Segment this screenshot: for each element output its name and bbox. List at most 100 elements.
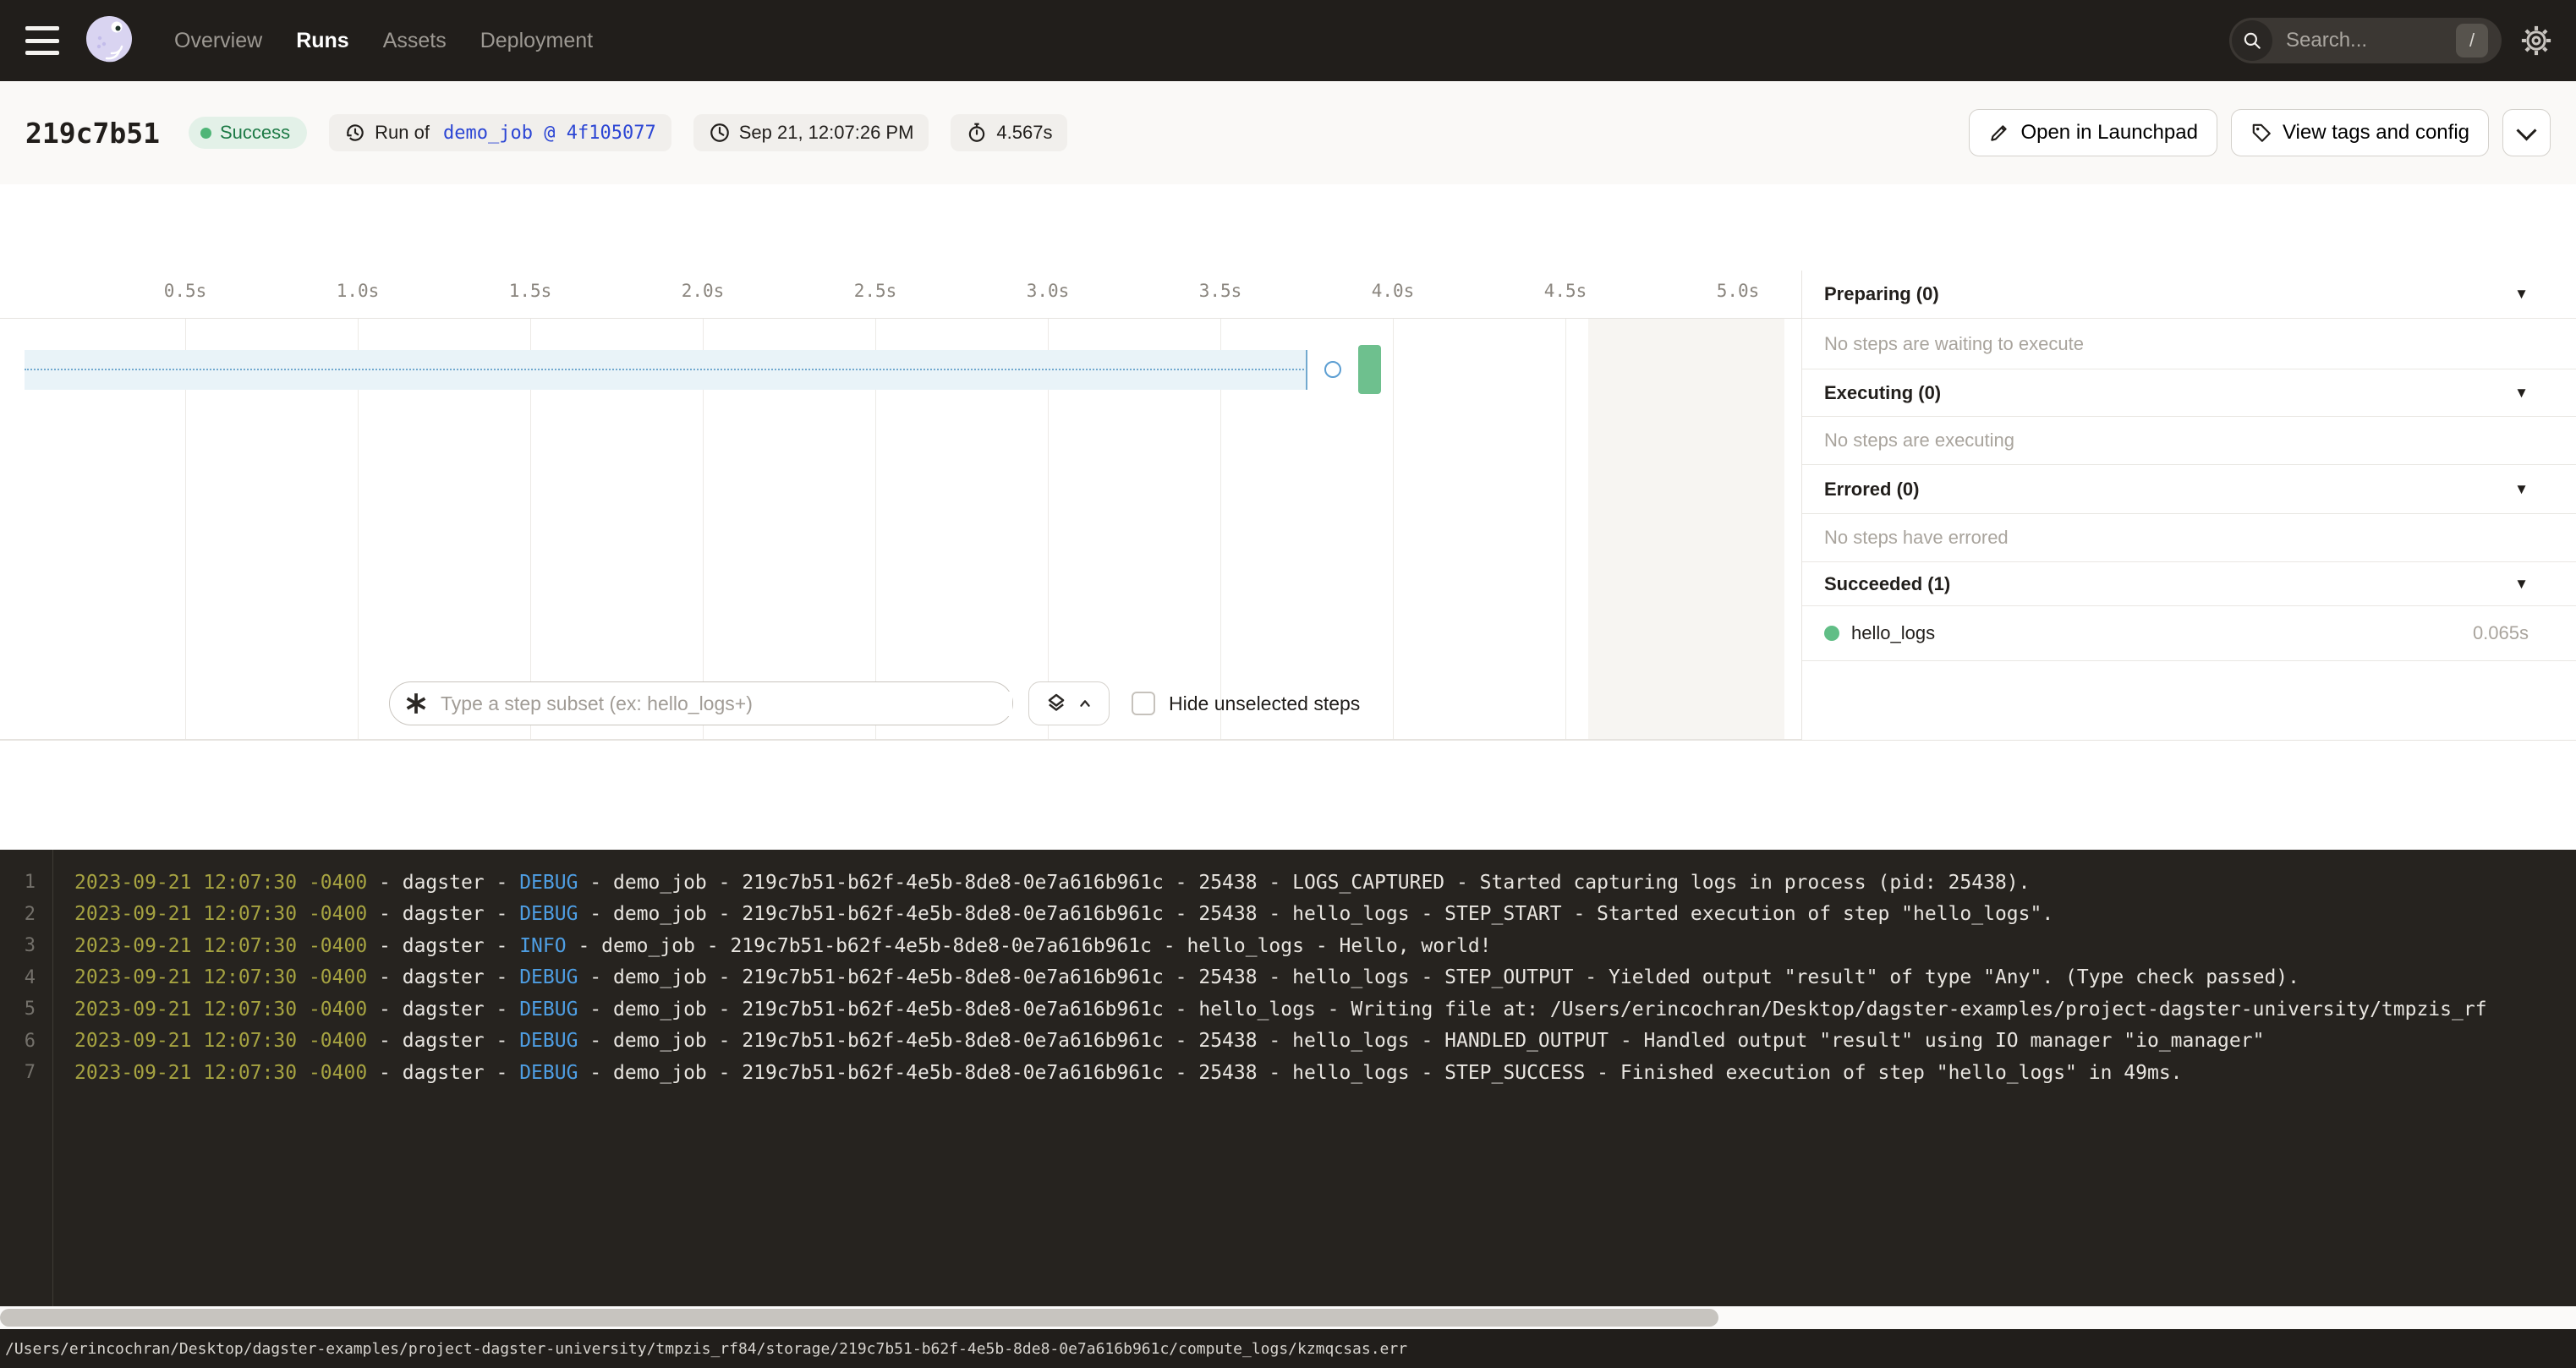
- history-icon: [344, 122, 366, 144]
- axis-tick-label: 3.0s: [1027, 281, 1070, 301]
- nav-link-overview[interactable]: Overview: [174, 29, 262, 53]
- log-line-text: 2023-09-21 12:07:30 -0400 - dagster - DE…: [52, 999, 2487, 1021]
- hide-unselected-checkbox[interactable]: [1132, 692, 1155, 715]
- step-status-panel: Preparing (0) ▼ No steps are waiting to …: [1801, 271, 2576, 740]
- empty-message: No steps are executing: [1824, 430, 2014, 451]
- section-title: Errored (0): [1824, 479, 1919, 501]
- step-subset-input[interactable]: [439, 692, 1012, 716]
- view-tags-config-label: View tags and config: [2283, 121, 2469, 145]
- dependency-dotted-line: [25, 369, 1307, 370]
- duration-value: 4.567s: [996, 122, 1052, 144]
- log-line-text: 2023-09-21 12:07:30 -0400 - dagster - DE…: [52, 872, 2031, 894]
- log-lines: 12023-09-21 12:07:30 -0400 - dagster - D…: [0, 867, 2576, 1089]
- run-header: 219c7b51 Success Run of demo_job @ 4f105…: [0, 81, 2576, 184]
- axis-tick-label: 4.0s: [1372, 281, 1415, 301]
- log-line-number: 7: [0, 1062, 52, 1083]
- log-file-path: /Users/erincochran/Desktop/dagster-examp…: [5, 1340, 1407, 1358]
- hide-unselected-label: Hide unselected steps: [1169, 692, 1360, 715]
- section-header-errored[interactable]: Errored (0) ▼: [1802, 465, 2576, 514]
- post-run-shaded-region: [1588, 319, 1784, 739]
- search-bar[interactable]: /: [2229, 18, 2502, 63]
- log-line-text: 2023-09-21 12:07:30 -0400 - dagster - DE…: [52, 1062, 2183, 1084]
- graph-query-toggle-button[interactable]: [1028, 681, 1110, 725]
- axis-tick-label: 3.5s: [1199, 281, 1242, 301]
- stopwatch-icon: [966, 122, 988, 144]
- view-tags-config-button[interactable]: View tags and config: [2231, 109, 2489, 156]
- empty-row-preparing: No steps are waiting to execute: [1802, 319, 2576, 369]
- log-line: 42023-09-21 12:07:30 -0400 - dagster - D…: [0, 962, 2576, 994]
- log-line: 32023-09-21 12:07:30 -0400 - dagster - I…: [0, 930, 2576, 962]
- log-line: 52023-09-21 12:07:30 -0400 - dagster - D…: [0, 993, 2576, 1026]
- chevron-down-icon: [2516, 120, 2536, 140]
- op-selector-icon: [403, 691, 429, 716]
- gridline: [1393, 319, 1394, 739]
- log-line: 62023-09-21 12:07:30 -0400 - dagster - D…: [0, 1026, 2576, 1058]
- search-icon: [2232, 20, 2272, 61]
- nav-right: /: [2229, 18, 2576, 63]
- section-header-executing[interactable]: Executing (0) ▼: [1802, 369, 2576, 417]
- step-name: hello_logs: [1851, 622, 1935, 644]
- empty-message: No steps are waiting to execute: [1824, 333, 2084, 355]
- step-success-dot-icon: [1824, 626, 1839, 641]
- log-output[interactable]: 12023-09-21 12:07:30 -0400 - dagster - D…: [0, 850, 2576, 1306]
- success-dot-icon: [200, 128, 211, 139]
- open-in-launchpad-label: Open in Launchpad: [2020, 121, 2198, 145]
- axis-tick-label: 1.5s: [509, 281, 552, 301]
- log-line-text: 2023-09-21 12:07:30 -0400 - dagster - DE…: [52, 1030, 2264, 1052]
- axis-tick-label: 1.0s: [337, 281, 380, 301]
- run-of-job-link[interactable]: demo_job @ 4f105077: [443, 123, 656, 144]
- chevron-down-icon[interactable]: ▼: [2514, 576, 2529, 593]
- step-bar-hello-logs[interactable]: [1358, 345, 1381, 394]
- log-line: 72023-09-21 12:07:30 -0400 - dagster - D…: [0, 1057, 2576, 1089]
- status-badge: Success: [189, 117, 307, 149]
- log-line-text: 2023-09-21 12:07:30 -0400 - dagster - DE…: [52, 966, 2299, 988]
- section-header-preparing[interactable]: Preparing (0) ▼: [1802, 271, 2576, 319]
- log-file-path-bar: /Users/erincochran/Desktop/dagster-examp…: [0, 1329, 2576, 1368]
- search-input[interactable]: [2284, 28, 2440, 53]
- log-line-number: 3: [0, 935, 52, 956]
- started-time: Sep 21, 12:07:26 PM: [739, 122, 914, 144]
- section-title: Succeeded (1): [1824, 573, 1950, 595]
- nav-link-runs[interactable]: Runs: [296, 29, 349, 53]
- pencil-icon: [1988, 122, 2010, 144]
- scrollbar-thumb[interactable]: [0, 1309, 1718, 1327]
- log-line-number: 2: [0, 904, 52, 925]
- axis-tick-label: 4.5s: [1544, 281, 1587, 301]
- hide-unselected-row: Hide unselected steps: [1132, 692, 1360, 715]
- step-subset-row: Hide unselected steps: [389, 681, 1360, 725]
- step-row-hello-logs[interactable]: hello_logs 0.065s: [1802, 606, 2576, 661]
- chevron-up-icon: [1076, 694, 1094, 713]
- gantt-chart: 0.5s1.0s1.5s2.0s2.5s3.0s3.5s4.0s4.5s5.0s: [0, 271, 1801, 740]
- axis-tick-label: 2.0s: [682, 281, 725, 301]
- chevron-down-icon[interactable]: ▼: [2514, 286, 2529, 303]
- chevron-down-icon[interactable]: ▼: [2514, 385, 2529, 402]
- header-actions: Open in Launchpad View tags and config: [1969, 109, 2551, 156]
- empty-message: No steps have errored: [1824, 527, 2009, 549]
- nav-link-assets[interactable]: Assets: [383, 29, 447, 53]
- axis-tick-label: 2.5s: [854, 281, 897, 301]
- gantt-toolbar: Hide not started steps: [0, 184, 2576, 271]
- axis-tick-label: 0.5s: [164, 281, 207, 301]
- tag-icon: [2250, 122, 2272, 144]
- empty-row-errored: No steps have errored: [1802, 514, 2576, 562]
- chevron-down-icon[interactable]: ▼: [2514, 481, 2529, 498]
- run-of-tag: Run of demo_job @ 4f105077: [329, 114, 671, 151]
- menu-icon[interactable]: [25, 26, 59, 55]
- section-header-succeeded[interactable]: Succeeded (1) ▼: [1802, 562, 2576, 606]
- layers-icon: [1044, 691, 1069, 716]
- dagster-logo-icon[interactable]: [81, 13, 137, 68]
- nav-link-deployment[interactable]: Deployment: [480, 29, 593, 53]
- gear-icon[interactable]: [2520, 25, 2552, 57]
- step-subset-inputbox[interactable]: [389, 681, 1013, 725]
- section-title: Executing (0): [1824, 382, 1941, 404]
- header-more-actions-button[interactable]: [2502, 109, 2551, 156]
- section-title: Preparing (0): [1824, 283, 1939, 305]
- log-line: 12023-09-21 12:07:30 -0400 - dagster - D…: [0, 867, 2576, 899]
- open-in-launchpad-button[interactable]: Open in Launchpad: [1969, 109, 2217, 156]
- log-toolbar: stdout stderr: [0, 740, 2576, 850]
- log-line: 22023-09-21 12:07:30 -0400 - dagster - D…: [0, 899, 2576, 931]
- dagster-run-page: Overview Runs Assets Deployment /: [0, 0, 2576, 1368]
- step-duration: 0.065s: [2473, 622, 2529, 644]
- empty-row-executing: No steps are executing: [1802, 417, 2576, 465]
- log-line-text: 2023-09-21 12:07:30 -0400 - dagster - DE…: [52, 903, 2053, 925]
